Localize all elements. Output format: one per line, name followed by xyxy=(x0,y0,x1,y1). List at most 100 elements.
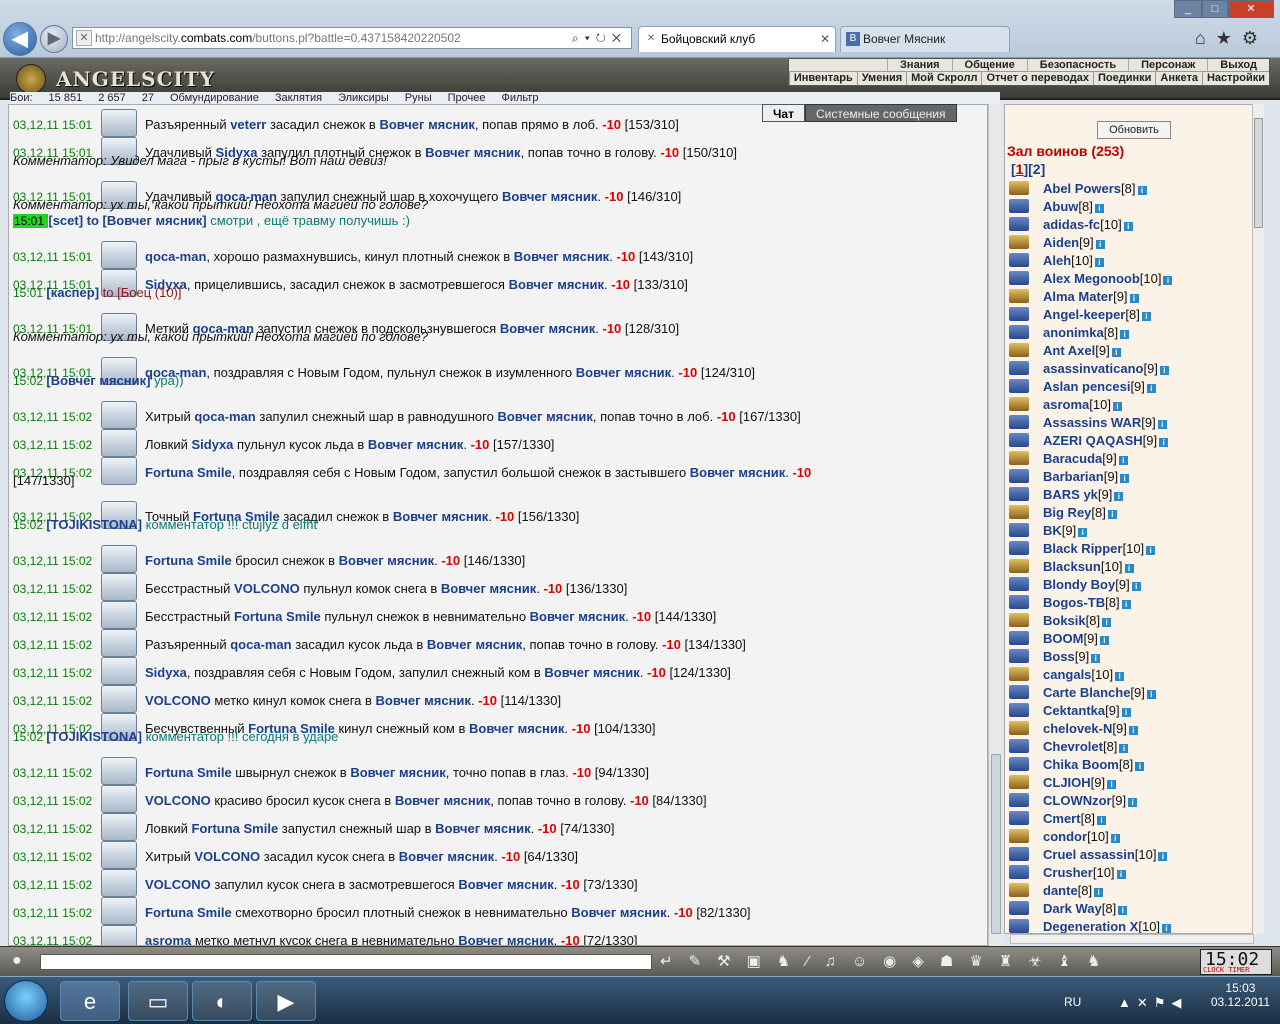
attacker-name[interactable]: VOLCONO xyxy=(145,877,211,892)
attacker-name[interactable]: Sidyxa xyxy=(145,665,187,680)
player-name[interactable]: Carte Blanche xyxy=(1043,685,1130,700)
player-name[interactable]: asassinvaticano xyxy=(1043,361,1143,376)
player-row[interactable]: Cmert[8] i xyxy=(1009,811,1107,829)
info-icon[interactable]: i xyxy=(1146,546,1156,555)
player-row[interactable]: Cruel assassin[10] i xyxy=(1009,847,1168,865)
attacker-name[interactable]: Fortuna Smile xyxy=(145,905,232,920)
info-icon[interactable]: i xyxy=(1120,474,1130,483)
player-name[interactable]: chelovek-N xyxy=(1043,721,1112,736)
strip-item[interactable]: Фильтр xyxy=(501,92,538,104)
page-1-link[interactable]: 1 xyxy=(1016,161,1024,177)
player-row[interactable]: Assassins WAR[9] i xyxy=(1009,415,1167,433)
player-row[interactable]: Degeneration X[10] i xyxy=(1009,919,1172,933)
player-row[interactable]: Barbarian[9] i xyxy=(1009,469,1130,487)
info-icon[interactable]: i xyxy=(1110,834,1120,843)
player-name[interactable]: Cruel assassin xyxy=(1043,847,1135,862)
player-row[interactable]: Chika Boom[8] i xyxy=(1009,757,1145,775)
attacker-name[interactable]: qoca-man xyxy=(194,409,255,424)
smile-icon[interactable]: ● xyxy=(12,952,22,970)
info-icon[interactable]: i xyxy=(1114,492,1124,501)
player-name[interactable]: Barbarian xyxy=(1043,469,1104,484)
player-row[interactable]: Alma Mater[9] i xyxy=(1009,289,1139,307)
player-name[interactable]: Degeneration X xyxy=(1043,919,1138,933)
refresh-button[interactable]: Обновить xyxy=(1097,121,1171,139)
info-icon[interactable]: i xyxy=(1091,654,1101,663)
player-row[interactable]: chelovek-N[9] i xyxy=(1009,721,1138,739)
menu-item[interactable]: Безопасность xyxy=(1026,59,1128,71)
info-icon[interactable]: i xyxy=(1078,528,1088,537)
player-row[interactable]: Aslan pencesi[9] i xyxy=(1009,379,1156,397)
target-name[interactable]: Вовчег мясник xyxy=(435,821,530,836)
player-row[interactable]: Boksik[8] i xyxy=(1009,613,1112,631)
target-name[interactable]: Вовчег мясник xyxy=(530,609,625,624)
player-name[interactable]: BK xyxy=(1043,523,1062,538)
strip-item[interactable]: Руны xyxy=(405,92,432,104)
player-row[interactable]: Carte Blanche[9] i xyxy=(1009,685,1156,703)
player-row[interactable]: Dark Way[8] i xyxy=(1009,901,1128,919)
player-row[interactable]: Cektantka[9] i xyxy=(1009,703,1131,721)
sender-name[interactable]: [каспер] xyxy=(46,285,99,300)
players-hscrollbar[interactable] xyxy=(1010,934,1254,944)
minimize-button[interactable]: _ xyxy=(1174,0,1202,18)
player-name[interactable]: Assassins WAR xyxy=(1043,415,1141,430)
strip-item[interactable]: Обмундирование xyxy=(170,92,259,104)
app-taskbar-button[interactable]: ◐ xyxy=(192,981,252,1021)
player-row[interactable]: asroma[10] i xyxy=(1009,397,1122,415)
info-icon[interactable]: i xyxy=(1141,312,1151,321)
attacker-name[interactable]: VOLCONO xyxy=(234,581,300,596)
info-icon[interactable]: i xyxy=(1121,600,1131,609)
menu-item[interactable]: Отчет о переводах xyxy=(981,72,1093,85)
player-name[interactable]: Boss xyxy=(1043,649,1075,664)
player-name[interactable]: Chika Boom xyxy=(1043,757,1119,772)
info-icon[interactable]: i xyxy=(1159,366,1169,375)
sender-name[interactable]: [Вовчег мясник] xyxy=(46,373,150,388)
player-name[interactable]: Crusher xyxy=(1043,865,1093,880)
player-name[interactable]: Aslan pencesi xyxy=(1043,379,1130,394)
info-icon[interactable]: i xyxy=(1118,456,1128,465)
strip-item[interactable]: Бои: xyxy=(10,92,33,104)
strip-item[interactable]: 15 851 xyxy=(49,92,83,104)
player-name[interactable]: dante xyxy=(1043,883,1078,898)
target-name[interactable]: Вовчег мясник xyxy=(376,693,471,708)
player-name[interactable]: Blondy Boy xyxy=(1043,577,1115,592)
player-row[interactable]: Abuw[8] i xyxy=(1009,199,1104,217)
target-name[interactable]: Вовчег мясник xyxy=(514,249,609,264)
info-icon[interactable]: i xyxy=(1118,906,1128,915)
player-row[interactable]: Ant Axel[9] i xyxy=(1009,343,1121,361)
info-icon[interactable]: i xyxy=(1107,780,1117,789)
sender-name[interactable]: [TOJIKISTONA] xyxy=(46,729,142,744)
player-name[interactable]: anonimka xyxy=(1043,325,1104,340)
player-row[interactable]: Angel-keeper[8] i xyxy=(1009,307,1151,325)
player-row[interactable]: cangals[10] i xyxy=(1009,667,1125,685)
strip-item[interactable]: Эликсиры xyxy=(338,92,389,104)
player-row[interactable]: asassinvaticano[9] i xyxy=(1009,361,1169,379)
strip-item[interactable]: Прочее xyxy=(448,92,486,104)
attacker-name[interactable]: VOLCONO xyxy=(194,849,260,864)
player-row[interactable]: BK[9] i xyxy=(1009,523,1088,541)
info-icon[interactable]: i xyxy=(1097,816,1107,825)
media-taskbar-button[interactable]: ▶ xyxy=(256,981,316,1021)
info-icon[interactable]: i xyxy=(1128,798,1138,807)
info-icon[interactable]: i xyxy=(1137,186,1147,195)
info-icon[interactable]: i xyxy=(1129,294,1139,303)
attacker-name[interactable]: asroma xyxy=(145,933,191,945)
tray-clock[interactable]: 15:03 03.12.2011 xyxy=(1211,981,1270,1009)
ie-taskbar-button[interactable]: e xyxy=(60,981,120,1021)
player-name[interactable]: cangals xyxy=(1043,667,1091,682)
player-row[interactable]: Blacksun[10] i xyxy=(1009,559,1134,577)
forward-button[interactable]: ▶ xyxy=(40,25,68,53)
chat-input[interactable] xyxy=(40,954,652,970)
player-row[interactable]: Baracuda[9] i xyxy=(1009,451,1128,469)
menu-item[interactable]: Мой Скролл xyxy=(906,72,981,85)
info-icon[interactable]: i xyxy=(1128,726,1138,735)
close-window-button[interactable]: ✕ xyxy=(1228,0,1274,18)
menu-item[interactable]: Знания xyxy=(887,59,951,71)
player-row[interactable]: Alex Megonoob[10] i xyxy=(1009,271,1173,289)
players-scrollbar[interactable] xyxy=(1252,104,1264,934)
player-name[interactable]: Black Ripper xyxy=(1043,541,1122,556)
player-name[interactable]: Bogos-TB xyxy=(1043,595,1105,610)
attacker-name[interactable]: Fortuna Smile xyxy=(145,553,232,568)
player-name[interactable]: Big Rey xyxy=(1043,505,1091,520)
attacker-name[interactable]: qoca-man xyxy=(145,249,206,264)
menu-item[interactable]: Общение xyxy=(951,59,1027,71)
